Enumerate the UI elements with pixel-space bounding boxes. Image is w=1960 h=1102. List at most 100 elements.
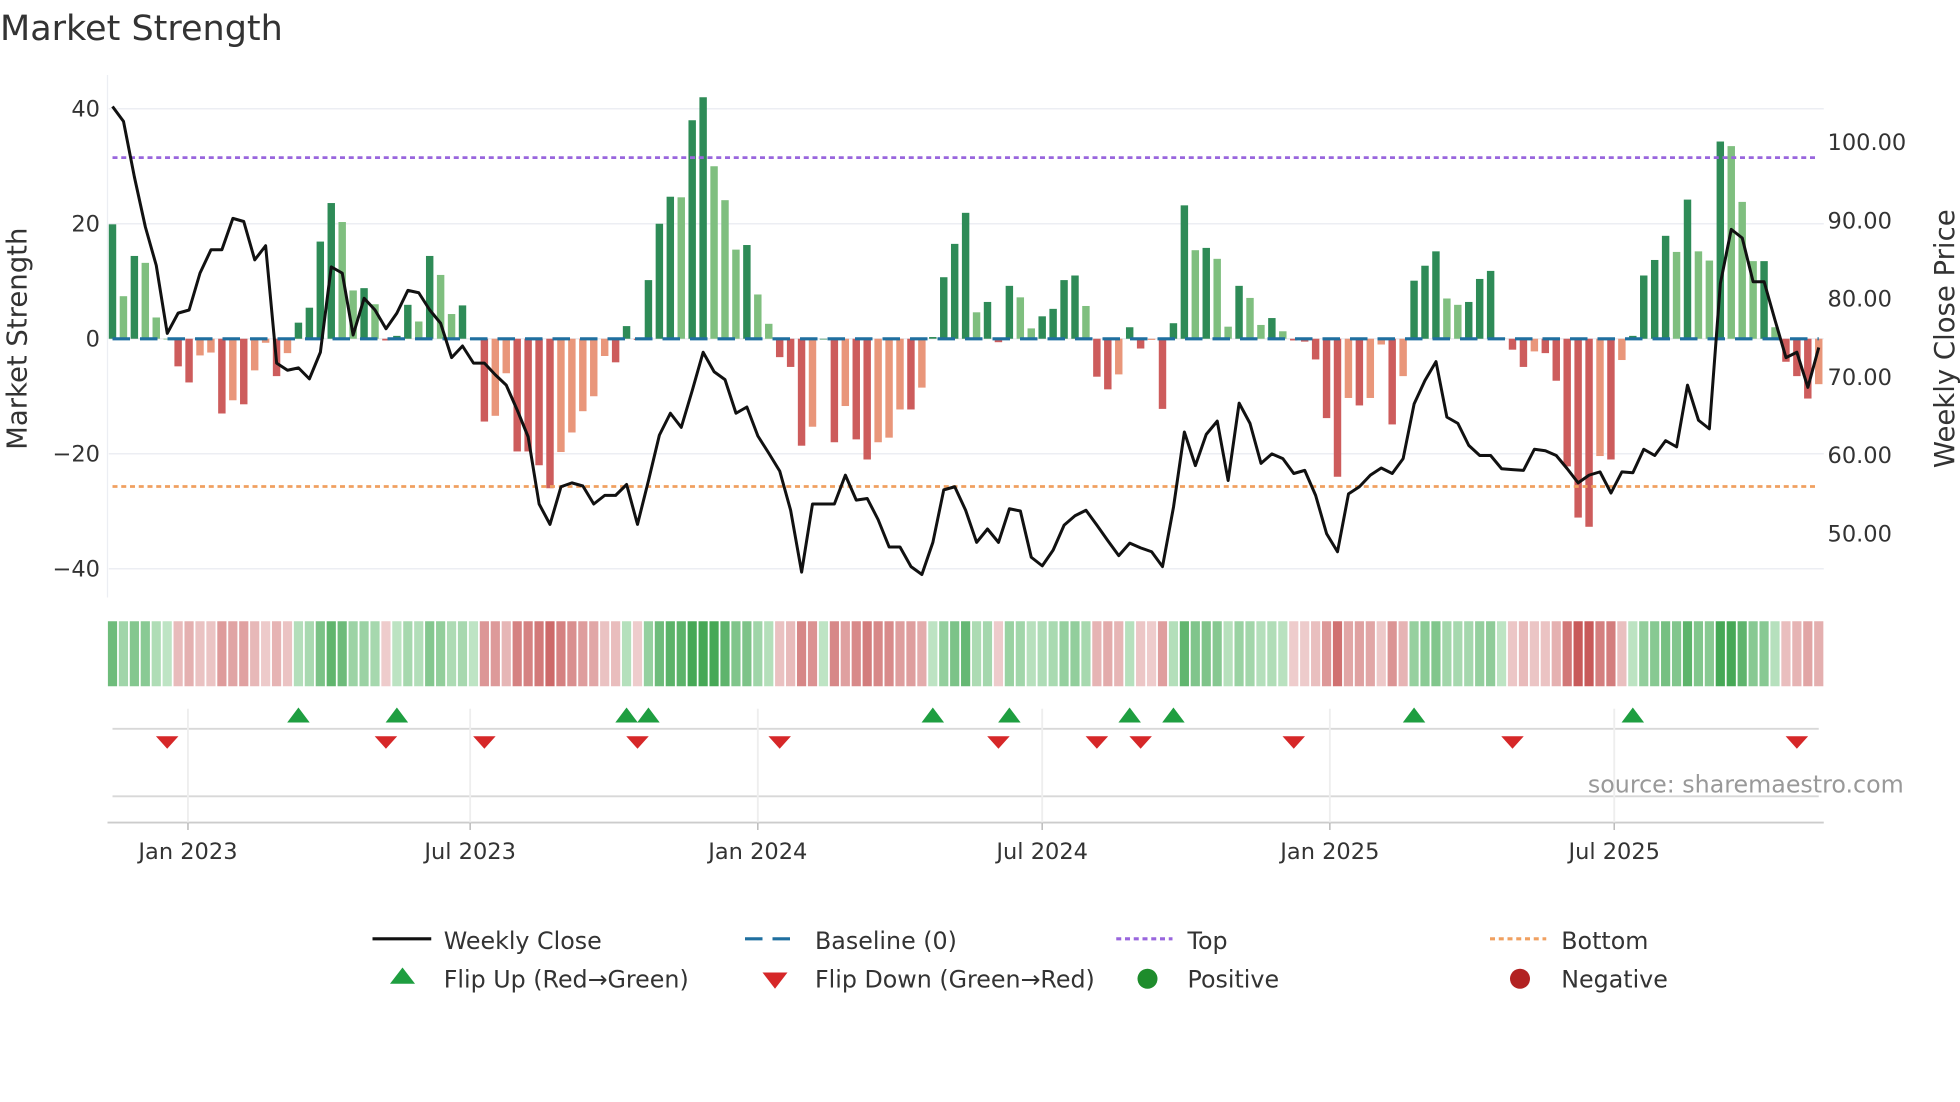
heatmap-cell: [184, 621, 194, 687]
y-tick-label: −40: [53, 556, 100, 582]
strength-bar: [1705, 260, 1714, 339]
heatmap-cell: [414, 621, 424, 687]
heatmap-cell: [1070, 621, 1080, 687]
flip-up-marker: [1118, 707, 1141, 723]
strength-bar: [600, 338, 609, 356]
heatmap-cell: [468, 621, 479, 687]
flip-up-marker: [385, 707, 409, 723]
x-tick-label: Jan 2024: [706, 839, 807, 865]
heatmap-cell: [1267, 621, 1277, 687]
heatmap-cell: [632, 621, 643, 687]
heatmap-cell: [1781, 621, 1791, 687]
strength-bar: [152, 317, 160, 339]
y2-tick-label: 90.00: [1828, 208, 1892, 234]
heatmap-cell: [1726, 621, 1736, 687]
strength-bar: [1475, 278, 1484, 339]
strength-bar: [710, 166, 718, 339]
heatmap-cell: [1551, 621, 1561, 687]
y-axis-title: Market Strength: [1, 228, 33, 450]
y-tick-label: 40: [71, 96, 100, 122]
strength-bar: [1804, 338, 1812, 399]
legend-negative-icon: [1510, 968, 1530, 989]
strength-bar: [1060, 280, 1068, 339]
heatmap-cell: [271, 621, 282, 687]
strength-bar: [983, 301, 992, 339]
strength-bar: [546, 338, 554, 489]
strength-bar: [611, 338, 620, 363]
flip-down-marker: [1282, 736, 1305, 749]
heatmap-cell: [611, 621, 621, 687]
heatmap-cell: [1300, 621, 1310, 687]
heatmap-cell: [1639, 621, 1649, 687]
heatmap-cell: [370, 621, 380, 687]
strength-bar: [743, 245, 751, 339]
strength-bar: [1191, 250, 1200, 339]
y2-axis-ticks: 100.00 90.00 80.00 70.00 60.00 50.00: [1828, 130, 1907, 547]
flip-up-marker: [921, 707, 945, 723]
heatmap-cell: [928, 621, 938, 687]
flip-up-marker: [1162, 707, 1185, 723]
strength-bar: [535, 338, 543, 466]
heatmap-cell: [315, 621, 325, 687]
flip-down-marker: [155, 736, 179, 749]
heatmap-cell: [764, 621, 774, 687]
heatmap-cell: [1234, 621, 1244, 687]
heatmap-cell: [173, 621, 183, 687]
strength-bar: [1093, 338, 1101, 377]
heatmap-cell: [796, 621, 807, 687]
strength-bar: [1585, 338, 1593, 527]
y-tick-label: 20: [71, 211, 100, 237]
strength-bar: [425, 255, 434, 339]
legend-top-label: Top: [1187, 927, 1228, 955]
heatmap-cell: [1004, 621, 1014, 687]
heatmap-cell: [446, 621, 457, 687]
heatmap-cell: [961, 621, 971, 687]
strength-bar: [655, 223, 664, 339]
heatmap-cell: [1376, 621, 1386, 687]
heatmap-cell: [1737, 621, 1747, 687]
heatmap-cell: [939, 621, 949, 687]
strength-bar: [185, 338, 193, 383]
heatmap-cell: [534, 621, 544, 687]
heatmap-cell: [1168, 621, 1179, 687]
heatmap-cell: [381, 621, 391, 687]
heatmap-cell: [1026, 621, 1036, 687]
heatmap-cell: [261, 621, 271, 687]
legend-flip-down-icon: [762, 972, 788, 989]
strength-bar: [1432, 251, 1440, 339]
strength-bar: [950, 243, 959, 339]
heatmap-cell: [1103, 621, 1113, 687]
legend-flip-up-icon: [390, 967, 415, 984]
y2-tick-label: 100.00: [1828, 130, 1907, 156]
strength-bar: [579, 338, 587, 412]
heatmap-cell: [775, 621, 785, 687]
heatmap-cell: [1573, 621, 1583, 687]
flip-down-marker: [1085, 736, 1109, 749]
heatmap-cell: [239, 621, 249, 687]
strength-bar: [1038, 316, 1046, 339]
strength-bar: [1147, 338, 1156, 340]
heatmap-cell: [1015, 621, 1025, 687]
heatmap-cell: [1311, 621, 1321, 687]
strength-bar: [1344, 338, 1353, 398]
strength-bar: [1049, 308, 1057, 339]
heatmap-cell: [1114, 621, 1124, 687]
heatmap-cell: [545, 621, 555, 687]
strength-bar: [218, 338, 226, 414]
strength-bar: [458, 305, 467, 339]
x-tick-label: Jul 2024: [994, 839, 1088, 865]
heatmap-cell: [392, 621, 402, 687]
strength-bar: [1454, 304, 1462, 339]
heatmap-cell: [698, 621, 708, 687]
heatmap-cell: [501, 621, 511, 687]
heatmap-cell: [1420, 621, 1430, 687]
strength-bar: [808, 338, 817, 427]
strength-bar: [754, 294, 762, 339]
heatmap-cell: [1704, 621, 1714, 687]
legend-flip-down-label: Flip Down (Green→Red): [815, 966, 1095, 994]
heatmap-cell: [1081, 621, 1091, 687]
x-tick-label: Jan 2023: [136, 839, 237, 865]
y-tick-label: 0: [86, 326, 100, 352]
strength-bar: [1486, 270, 1495, 339]
strength-bar: [1322, 338, 1331, 419]
